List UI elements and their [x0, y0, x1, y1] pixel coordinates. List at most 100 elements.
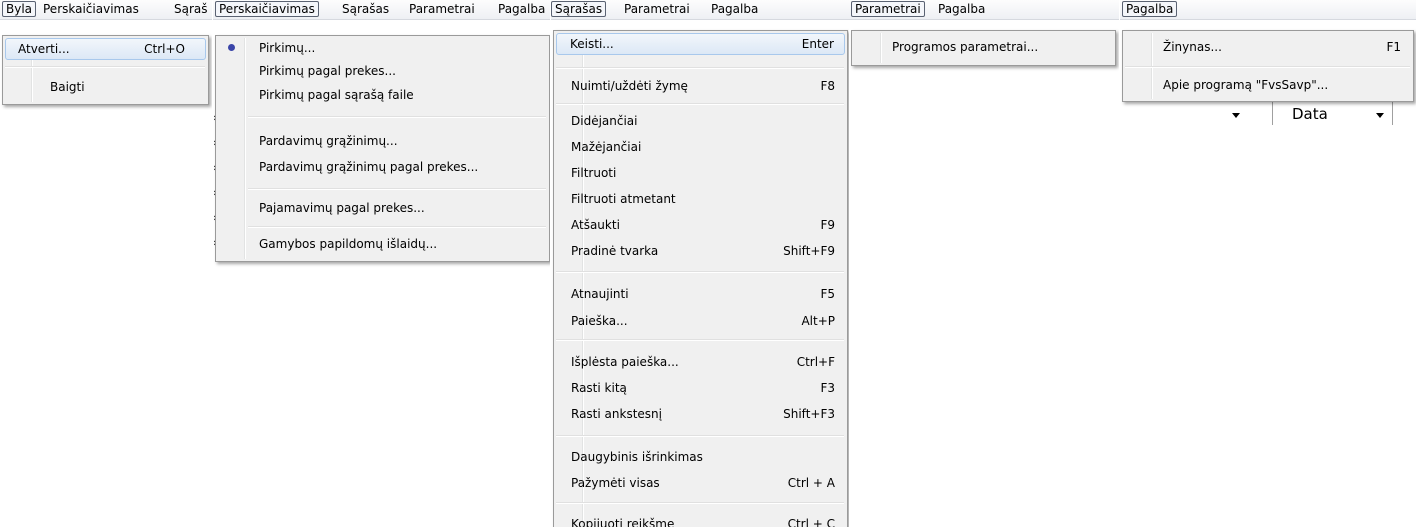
menubar-parametrai[interactable]: Parametrai — [851, 1, 925, 17]
panel-file-menu: Byla Perskaičiavimas Sąraš Atverti... Ct… — [0, 0, 212, 110]
menu-item-label: Rasti ankstesnį — [571, 407, 662, 421]
menu-item-label: Daugybinis išrinkimas — [571, 450, 703, 464]
menu-item-rasti-ankstesni[interactable]: Rasti ankstesnį Shift+F3 — [556, 403, 845, 425]
menu-item-isplesta-paieska[interactable]: Išplėsta paieška... Ctrl+F — [556, 351, 845, 373]
menu-item-label: Rasti kitą — [571, 381, 627, 395]
menubar: Perskaičiavimas Sąrašas Parametrai Pagal… — [213, 0, 550, 20]
menu-item-nuimti-uzdeti-zyme[interactable]: Nuimti/uždėti žymę F8 — [556, 75, 845, 97]
recalc-menu: Pirkimų... Pirkimų pagal prekes... Pirki… — [215, 35, 550, 262]
menu-item-shortcut: Ctrl+O — [144, 42, 185, 56]
menu-item-baigti[interactable]: Baigti — [5, 76, 206, 98]
menu-item-pirkimu-pagal-sarasa[interactable]: Pirkimų pagal sąrašą faile — [218, 84, 547, 106]
menu-separator — [248, 226, 546, 228]
menu-item-label: Apie programą "FvsSavp"... — [1163, 78, 1329, 92]
menu-item-label: Atšaukti — [571, 218, 620, 232]
panel-list-menu: Sąrašas Parametrai Pagalba Keisti... Ent… — [551, 0, 849, 527]
menu-item-label: Pardavimų grąžinimų pagal prekes... — [259, 160, 479, 174]
menubar-pagalba[interactable]: Pagalba — [708, 1, 761, 17]
menubar: Parametrai Pagalba — [849, 0, 1119, 20]
menu-item-label: Atverti... — [18, 42, 70, 56]
menu-item-pradine-tvarka[interactable]: Pradinė tvarka Shift+F9 — [556, 240, 845, 262]
menu-separator — [556, 103, 844, 105]
menu-item-apie-programa[interactable]: Apie programą "FvsSavp"... — [1125, 74, 1411, 96]
radio-bullet-icon — [228, 44, 235, 51]
menu-item-kopijuoti-reiksme[interactable]: Kopijuoti reikšmę Ctrl + C — [556, 513, 845, 527]
menubar-parametrai[interactable]: Parametrai — [406, 1, 478, 17]
menu-item-paieska[interactable]: Paieška... Alt+P — [556, 310, 845, 332]
menubar-pagalba[interactable]: Pagalba — [935, 1, 988, 17]
menu-item-pazymeti-visas[interactable]: Pažymėti visas Ctrl + A — [556, 472, 845, 494]
menu-item-shortcut: Shift+F9 — [783, 244, 835, 258]
column-divider — [1272, 100, 1273, 125]
menu-item-label: Filtruoti atmetant — [571, 192, 676, 206]
column-header-data[interactable]: Data — [1292, 105, 1328, 123]
menu-separator — [556, 271, 844, 273]
menu-item-pirkimu-pagal-prekes[interactable]: Pirkimų pagal prekes... — [218, 60, 547, 82]
menubar-perskaiciavimas[interactable]: Perskaičiavimas — [40, 1, 142, 17]
menu-item-keisti[interactable]: Keisti... Enter — [556, 33, 845, 55]
menu-item-programos-parametrai[interactable]: Programos parametrai... — [854, 36, 1113, 58]
menu-item-label: Pajamavimų pagal prekes... — [259, 201, 425, 215]
menu-item-rasti-kita[interactable]: Rasti kitą F3 — [556, 377, 845, 399]
panel-params-menu: Parametrai Pagalba Programos parametrai.… — [849, 0, 1119, 80]
menubar-pagalba[interactable]: Pagalba — [1122, 1, 1178, 17]
menubar: Sąrašas Parametrai Pagalba — [551, 0, 849, 20]
menu-item-shortcut: Shift+F3 — [783, 407, 835, 421]
menubar-pagalba[interactable]: Pagalba — [495, 1, 548, 17]
menubar-sarasas[interactable]: Sąrašas — [339, 1, 392, 17]
menu-item-gamybos-islaidu[interactable]: Gamybos papildomų išlaidų... — [218, 233, 547, 255]
menu-separator — [248, 188, 546, 190]
menu-separator — [556, 502, 844, 504]
menubar-sarasas[interactable]: Sąraš — [171, 1, 211, 17]
menu-item-zinynas[interactable]: Žinynas... F1 — [1125, 36, 1411, 58]
menu-item-label: Atnaujinti — [571, 287, 629, 301]
menu-item-label: Programos parametrai... — [892, 40, 1039, 54]
menu-item-didejanciai[interactable]: Didėjančiai — [556, 110, 845, 132]
menu-item-atnaujinti[interactable]: Atnaujinti F5 — [556, 283, 845, 305]
menubar: Byla Perskaičiavimas Sąraš — [0, 0, 212, 20]
menu-item-shortcut: F8 — [820, 79, 835, 93]
menu-item-pajamavimu[interactable]: Pajamavimų pagal prekes... — [218, 197, 547, 219]
menu-item-label: Filtruoti — [571, 166, 617, 180]
menu-separator — [556, 435, 844, 437]
menu-separator — [248, 116, 546, 118]
menu-item-filtruoti-atmetant[interactable]: Filtruoti atmetant — [556, 188, 845, 210]
menu-item-shortcut: Enter — [801, 37, 834, 51]
menu-item-pardavimu-grazinimu[interactable]: Pardavimų grąžinimų... — [218, 130, 547, 152]
menu-item-shortcut: F1 — [1386, 40, 1401, 54]
menu-item-label: Keisti... — [570, 37, 614, 51]
menu-item-shortcut: Ctrl + C — [787, 517, 835, 527]
menu-item-shortcut: F5 — [820, 287, 835, 301]
menubar-perskaiciavimas[interactable]: Perskaičiavimas — [215, 1, 319, 17]
menu-item-mazejanciai[interactable]: Mažėjančiai — [556, 136, 845, 158]
menu-separator — [556, 67, 844, 69]
menu-separator — [1125, 66, 1410, 68]
menu-item-atverti[interactable]: Atverti... Ctrl+O — [5, 38, 206, 60]
menu-item-daugybinis-isrinkimas[interactable]: Daugybinis išrinkimas — [556, 446, 845, 468]
menu-item-label: Nuimti/uždėti žymę — [571, 79, 688, 93]
menu-item-label: Paieška... — [571, 314, 628, 328]
dropdown-arrow-icon[interactable] — [1376, 113, 1384, 118]
menu-item-filtruoti[interactable]: Filtruoti — [556, 162, 845, 184]
menubar-parametrai[interactable]: Parametrai — [621, 1, 693, 17]
menu-separator — [5, 66, 205, 68]
menubar-byla[interactable]: Byla — [2, 1, 37, 17]
panel-help-menu: Pagalba Data Žinynas... F1 Apie programą… — [1120, 0, 1416, 125]
menu-item-shortcut: F3 — [820, 381, 835, 395]
menubar-sarasas[interactable]: Sąrašas — [551, 1, 607, 17]
menu-item-label: Pirkimų pagal prekes... — [259, 64, 396, 78]
list-menu: Keisti... Enter Nuimti/uždėti žymę F8 Di… — [553, 30, 848, 527]
dropdown-arrow-icon[interactable] — [1232, 113, 1240, 118]
menu-item-atsaukti[interactable]: Atšaukti F9 — [556, 214, 845, 236]
menu-item-label: Mažėjančiai — [571, 140, 642, 154]
menu-separator — [556, 339, 844, 341]
help-menu: Žinynas... F1 Apie programą "FvsSavp"... — [1122, 30, 1414, 102]
menu-item-shortcut: F9 — [820, 218, 835, 232]
menu-item-pirkimu[interactable]: Pirkimų... — [218, 37, 547, 59]
menu-item-pardavimu-grazinimu-pagal-prekes[interactable]: Pardavimų grąžinimų pagal prekes... — [218, 156, 547, 178]
menu-item-label: Žinynas... — [1163, 40, 1222, 54]
file-menu: Atverti... Ctrl+O Baigti — [2, 35, 209, 105]
menu-item-label: Kopijuoti reikšmę — [571, 517, 675, 527]
menu-item-label: Didėjančiai — [571, 114, 638, 128]
menubar: Pagalba — [1120, 0, 1416, 20]
